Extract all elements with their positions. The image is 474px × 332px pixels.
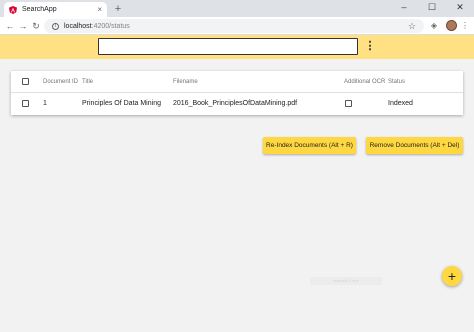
row-select-checkbox[interactable] (22, 100, 29, 107)
tab-title: SearchApp (22, 6, 57, 13)
header-title: Title (82, 79, 94, 85)
reload-icon[interactable]: ↻ (30, 20, 42, 32)
search-input[interactable] (98, 38, 358, 55)
cell-document-id: 1 (43, 100, 47, 107)
additional-ocr-checkbox[interactable] (345, 100, 352, 107)
minimize-button[interactable]: – (390, 0, 418, 14)
browser-menu-icon[interactable]: ⋮ (459, 20, 471, 32)
header-document-id: Document ID (43, 79, 79, 85)
app-content: ⋮ Document ID Title Filename Additional … (0, 35, 474, 332)
address-bar[interactable]: i localhost:4200/status ☆ (44, 19, 424, 33)
documents-table: Document ID Title Filename Additional OC… (11, 71, 463, 115)
window-controls: – ☐ ✕ (390, 0, 474, 14)
browser-toolbar: ← → ↻ i localhost:4200/status ☆ ◈ ⋮ (0, 17, 474, 35)
snackbar: Indexed 1 item (310, 277, 382, 285)
url-text: localhost:4200/status (64, 22, 130, 30)
table-header-row: Document ID Title Filename Additional OC… (11, 71, 463, 93)
profile-avatar[interactable] (446, 20, 457, 31)
back-icon[interactable]: ← (4, 20, 16, 32)
cell-filename: 2016_Book_PrinciplesOfDataMining.pdf (173, 100, 298, 107)
angular-logo-icon (9, 5, 17, 14)
add-fab-button[interactable]: + (442, 266, 462, 286)
select-all-checkbox[interactable] (22, 78, 29, 85)
browser-tab-strip: SearchApp × + – ☐ ✕ (0, 0, 474, 17)
remove-documents-button[interactable]: Remove Documents (Alt + Del) (366, 137, 463, 154)
header-status: Status (388, 79, 406, 85)
close-window-button[interactable]: ✕ (446, 0, 474, 14)
info-icon[interactable]: i (52, 22, 59, 30)
browser-tab[interactable]: SearchApp × (4, 2, 107, 17)
table-row[interactable]: 1 Principles Of Data Mining 2016_Book_Pr… (11, 93, 463, 115)
reindex-documents-button[interactable]: Re-Index Documents (Alt + R) (263, 137, 356, 154)
header-filename: Filename (173, 79, 198, 85)
tab-close-icon[interactable]: × (97, 5, 102, 14)
more-options-icon[interactable]: ⋮ (364, 38, 376, 55)
extension-icon[interactable]: ◈ (428, 20, 440, 32)
cell-title: Principles Of Data Mining (82, 100, 161, 107)
app-toolbar: ⋮ (0, 35, 474, 59)
maximize-button[interactable]: ☐ (418, 0, 446, 14)
bookmark-star-icon[interactable]: ☆ (408, 19, 416, 33)
forward-icon[interactable]: → (17, 20, 29, 32)
cell-status: Indexed (388, 100, 413, 107)
new-tab-button[interactable]: + (112, 3, 124, 15)
header-additional-ocr: Additional OCR (344, 79, 386, 85)
